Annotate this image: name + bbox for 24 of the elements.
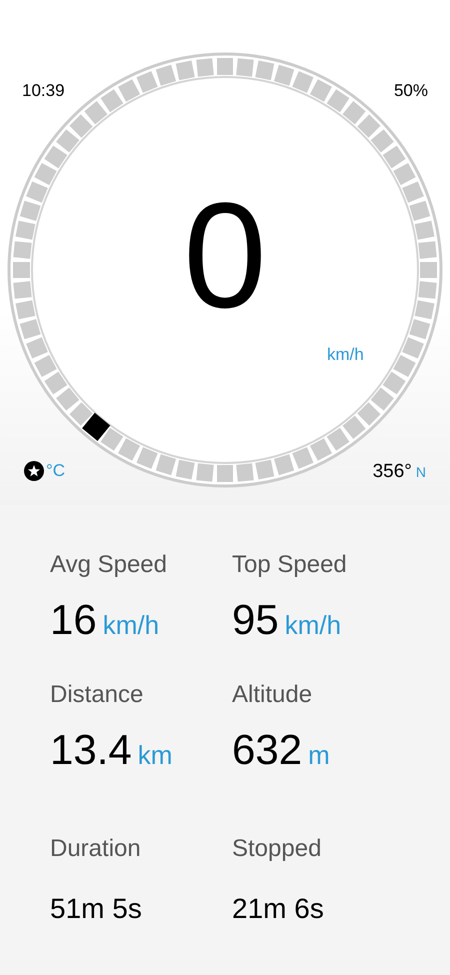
stat-value: 21m 6s [232, 895, 324, 923]
heading-direction: N [416, 463, 426, 482]
stat-label: Stopped [232, 837, 322, 861]
stat-value: 16 [50, 599, 97, 641]
stat-unit: km/h [284, 612, 342, 638]
stat-value: 51m 5s [50, 895, 142, 923]
speed-value: 0 [182, 180, 268, 330]
stat-label: Duration [50, 837, 142, 861]
star-badge-icon [24, 460, 44, 481]
clock-time: 10:39 [22, 80, 65, 102]
stat-label: Avg Speed [50, 553, 168, 577]
battery-percent: 50% [394, 80, 428, 102]
temperature-unit: °C [46, 460, 66, 482]
stat-value: 13.4 [50, 729, 132, 771]
stat-value: 632 [232, 729, 302, 771]
stat-label: Distance [50, 683, 144, 707]
stat-unit: m [308, 742, 330, 768]
stat-value: 95 [232, 599, 279, 641]
stat-unit: km/h [102, 612, 160, 638]
stat-label: Top Speed [232, 553, 348, 577]
stat-unit: km [138, 742, 172, 768]
heading-degrees: 356° [372, 460, 412, 484]
stat-label: Altitude [232, 683, 314, 707]
speed-unit: km/h [327, 344, 364, 366]
